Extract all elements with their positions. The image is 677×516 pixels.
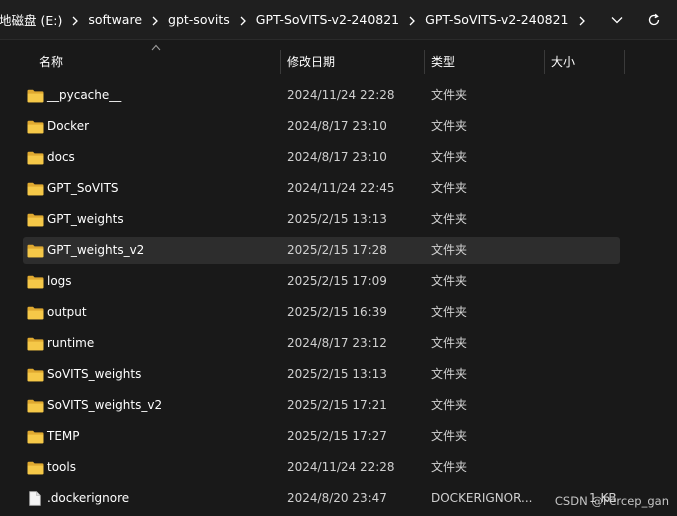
- file-type: 文件夹: [431, 367, 468, 381]
- file-name: GPT_weights_v2: [47, 243, 145, 257]
- file-icon: [29, 491, 41, 506]
- chevron-down-icon[interactable]: [606, 9, 628, 31]
- file-name: GPT_SoVITS: [47, 181, 119, 195]
- column-date[interactable]: 修改日期: [287, 40, 335, 80]
- file-name: __pycache__: [47, 88, 122, 102]
- file-type: 文件夹: [431, 150, 468, 164]
- file-name: docs: [47, 150, 75, 164]
- file-row[interactable]: GPT_weights_v2 2025/2/15 17:28 文件夹: [23, 237, 620, 264]
- folder-icon: [27, 337, 44, 351]
- file-type: 文件夹: [431, 243, 468, 257]
- column-size[interactable]: 大小: [551, 40, 575, 80]
- chevron-right-icon[interactable]: [232, 12, 254, 27]
- file-date: 2025/2/15 16:39: [287, 305, 387, 319]
- folder-icon: [27, 368, 44, 382]
- breadcrumb-software[interactable]: software: [86, 12, 144, 27]
- folder-icon: [27, 275, 44, 289]
- column-type[interactable]: 类型: [431, 40, 455, 80]
- chevron-right-icon[interactable]: [64, 12, 86, 27]
- file-name: TEMP: [47, 429, 80, 443]
- file-name: logs: [47, 274, 72, 288]
- file-type: 文件夹: [431, 212, 468, 226]
- file-type: 文件夹: [431, 460, 468, 474]
- column-divider[interactable]: [424, 50, 425, 74]
- folder-icon: [27, 213, 44, 227]
- file-type: 文件夹: [431, 181, 468, 195]
- folder-icon: [27, 306, 44, 320]
- breadcrumb-current[interactable]: GPT-SoVITS-v2-240821: [423, 12, 570, 27]
- folder-icon: [27, 89, 44, 103]
- file-row[interactable]: SoVITS_weights 2025/2/15 13:13 文件夹: [23, 361, 620, 388]
- file-name: Docker: [47, 119, 90, 133]
- file-row[interactable]: .dockerignore 2024/8/20 23:47 DOCKERIGNOR.…: [23, 485, 620, 512]
- file-row[interactable]: runtime 2024/8/17 23:12 文件夹: [23, 330, 620, 357]
- file-row[interactable]: logs 2025/2/15 17:09 文件夹: [23, 268, 620, 295]
- address-bar[interactable]: 地磁盘 (E:) software gpt-sovits GPT-SoVITS-…: [0, 0, 597, 40]
- file-name: SoVITS_weights: [47, 367, 142, 381]
- file-name: tools: [47, 460, 76, 474]
- file-type: 文件夹: [431, 119, 468, 133]
- file-date: 2024/11/24 22:45: [287, 181, 395, 195]
- file-date: 2024/11/24 22:28: [287, 460, 395, 474]
- file-type: 文件夹: [431, 429, 468, 443]
- file-date: 2025/2/15 13:13: [287, 367, 387, 381]
- file-date: 2025/2/15 13:13: [287, 212, 387, 226]
- folder-icon: [27, 244, 44, 258]
- folder-icon: [27, 430, 44, 444]
- file-row[interactable]: Docker 2024/8/17 23:10 文件夹: [23, 113, 620, 140]
- file-date: 2025/2/15 17:27: [287, 429, 387, 443]
- chevron-right-icon[interactable]: [571, 12, 593, 27]
- file-row[interactable]: GPT_weights 2025/2/15 13:13 文件夹: [23, 206, 620, 233]
- folder-icon: [27, 120, 44, 134]
- file-date: 2024/8/17 23:10: [287, 119, 387, 133]
- file-explorer-window: 地磁盘 (E:) software gpt-sovits GPT-SoVITS-…: [0, 0, 677, 516]
- folder-icon: [27, 151, 44, 165]
- column-divider[interactable]: [544, 50, 545, 74]
- file-row[interactable]: SoVITS_weights_v2 2025/2/15 17:21 文件夹: [23, 392, 620, 419]
- breadcrumb-drive[interactable]: 地磁盘 (E:): [0, 10, 64, 29]
- folder-icon: [27, 461, 44, 475]
- file-date: 2025/2/15 17:09: [287, 274, 387, 288]
- column-divider[interactable]: [624, 50, 625, 74]
- file-name: GPT_weights: [47, 212, 124, 226]
- file-name: SoVITS_weights_v2: [47, 398, 163, 412]
- sort-ascending-icon: [151, 44, 161, 51]
- file-date: 2024/11/24 22:28: [287, 88, 395, 102]
- file-date: 2024/8/20 23:47: [287, 491, 387, 505]
- file-type: 文件夹: [431, 305, 468, 319]
- file-row[interactable]: output 2025/2/15 16:39 文件夹: [23, 299, 620, 326]
- file-type: 文件夹: [431, 88, 468, 102]
- folder-icon: [27, 182, 44, 196]
- chevron-right-icon[interactable]: [401, 12, 423, 27]
- file-row[interactable]: TEMP 2025/2/15 17:27 文件夹: [23, 423, 620, 450]
- column-divider[interactable]: [280, 50, 281, 74]
- file-row[interactable]: __pycache__ 2024/11/24 22:28 文件夹: [23, 82, 620, 109]
- file-type: 文件夹: [431, 398, 468, 412]
- file-date: 2024/8/17 23:10: [287, 150, 387, 164]
- folder-icon: [27, 399, 44, 413]
- file-name: runtime: [47, 336, 95, 350]
- file-name: .dockerignore: [47, 491, 130, 505]
- watermark: CSDN @Percep_gan: [554, 494, 669, 508]
- file-date: 2024/8/17 23:12: [287, 336, 387, 350]
- breadcrumb-gpt-sovits[interactable]: gpt-sovits: [166, 12, 232, 27]
- file-row[interactable]: tools 2024/11/24 22:28 文件夹: [23, 454, 620, 481]
- file-type: 文件夹: [431, 274, 468, 288]
- file-name: output: [47, 305, 87, 319]
- file-type: 文件夹: [431, 336, 468, 350]
- file-type: DOCKERIGNOR...: [431, 491, 533, 505]
- file-date: 2025/2/15 17:21: [287, 398, 387, 412]
- refresh-icon[interactable]: [643, 9, 665, 31]
- column-header: 名称 修改日期 类型 大小: [0, 40, 677, 80]
- chevron-right-icon[interactable]: [144, 12, 166, 27]
- breadcrumb-parent[interactable]: GPT-SoVITS-v2-240821: [254, 12, 401, 27]
- file-date: 2025/2/15 17:28: [287, 243, 387, 257]
- file-row[interactable]: docs 2024/8/17 23:10 文件夹: [23, 144, 620, 171]
- address-tools: [597, 0, 677, 40]
- file-row[interactable]: GPT_SoVITS 2024/11/24 22:45 文件夹: [23, 175, 620, 202]
- column-name[interactable]: 名称: [39, 40, 63, 80]
